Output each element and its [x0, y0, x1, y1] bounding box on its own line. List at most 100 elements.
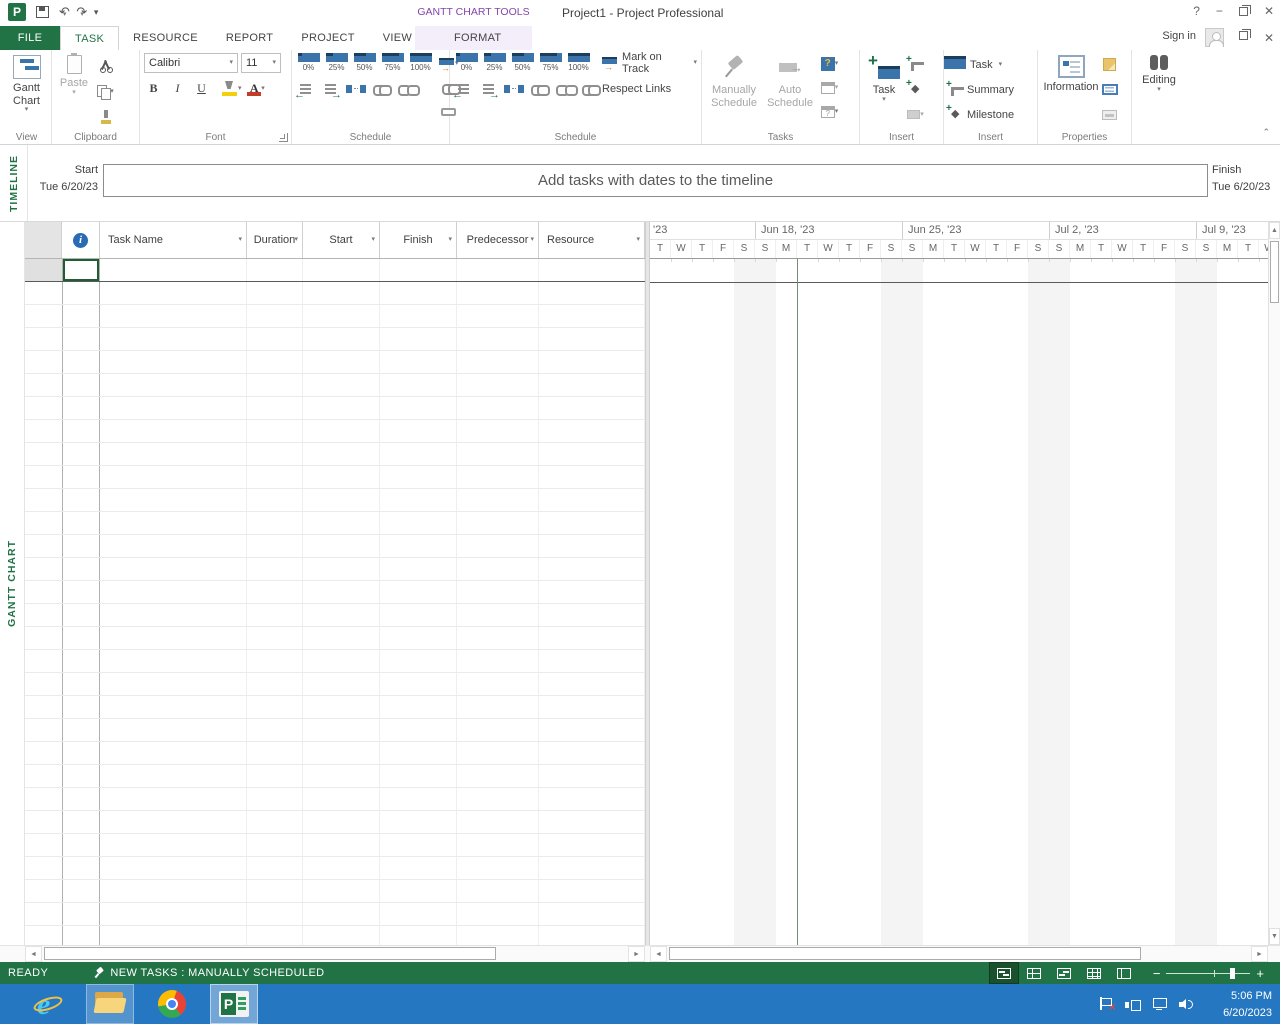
task-cell[interactable]	[303, 926, 380, 945]
save-button[interactable]	[36, 6, 49, 18]
task-cell[interactable]	[380, 880, 457, 902]
task-cell[interactable]	[247, 811, 303, 833]
column-header-predecessor[interactable]: Predecessor▾	[457, 222, 539, 258]
task-cell[interactable]	[247, 305, 303, 327]
tab-resource[interactable]: RESOURCE	[119, 26, 212, 50]
task-cell[interactable]	[539, 535, 645, 557]
task-row[interactable]	[25, 489, 645, 512]
unlink-tasks-button[interactable]	[397, 79, 416, 98]
insert-deliverable-button[interactable]: ▾	[906, 105, 925, 124]
insert-summary-button[interactable]: Summary	[948, 80, 1014, 99]
task-cell[interactable]	[247, 719, 303, 741]
row-number-cell[interactable]	[25, 742, 62, 764]
task-row[interactable]	[25, 696, 645, 719]
task-cell[interactable]	[100, 512, 247, 534]
task-cell[interactable]	[457, 420, 539, 442]
action-center-icon[interactable]: ✕	[1100, 997, 1113, 1011]
bold-button[interactable]: B	[144, 79, 163, 98]
task-cell[interactable]	[100, 489, 247, 511]
task-cell[interactable]	[539, 604, 645, 626]
task-cell[interactable]	[100, 374, 247, 396]
zoom-in-button[interactable]: +	[1250, 966, 1270, 981]
task-cell[interactable]	[457, 696, 539, 718]
task-cell[interactable]	[303, 857, 380, 879]
task-cell[interactable]	[303, 880, 380, 902]
task-cell[interactable]	[247, 397, 303, 419]
task-row[interactable]	[25, 880, 645, 903]
column-header-start[interactable]: Start▾	[303, 222, 380, 258]
task-cell[interactable]	[247, 788, 303, 810]
font-size-combo[interactable]: 11▾	[241, 53, 281, 73]
row-number-cell[interactable]	[25, 259, 62, 281]
row-number-cell[interactable]	[25, 374, 62, 396]
format-painter-button[interactable]	[96, 107, 115, 126]
row-number-cell[interactable]	[25, 857, 62, 879]
task-mode-button[interactable]: ?▾	[820, 102, 839, 121]
scroll-down-arrow[interactable]: ▼	[1269, 928, 1280, 945]
task-cell[interactable]	[303, 719, 380, 741]
task-cell[interactable]	[62, 857, 100, 879]
network-icon[interactable]	[1153, 998, 1167, 1010]
task-cell[interactable]	[247, 650, 303, 672]
task-cell[interactable]	[539, 420, 645, 442]
task-cell[interactable]	[303, 282, 380, 304]
task-cell[interactable]	[380, 604, 457, 626]
task-cell[interactable]	[247, 581, 303, 603]
task-cell[interactable]	[303, 512, 380, 534]
task-cell[interactable]	[100, 765, 247, 787]
restore-button[interactable]	[1239, 7, 1248, 16]
task-cell[interactable]	[247, 374, 303, 396]
task-cell[interactable]	[62, 535, 100, 557]
task-row[interactable]	[25, 926, 645, 945]
task-cell[interactable]	[380, 558, 457, 580]
task-cell[interactable]	[247, 627, 303, 649]
task-table[interactable]: i Task Name▾ Duration▾ Start▾ Finish▾ Pr…	[25, 222, 645, 945]
task-cell[interactable]	[457, 765, 539, 787]
task-row[interactable]	[25, 857, 645, 880]
manually-schedule-button[interactable]: Manually Schedule	[706, 53, 762, 111]
underline-button[interactable]: U	[192, 79, 211, 98]
row-number-cell[interactable]	[25, 627, 62, 649]
task-cell[interactable]	[457, 512, 539, 534]
task-cell[interactable]	[62, 627, 100, 649]
tab-project[interactable]: PROJECT	[287, 26, 368, 50]
task-cell[interactable]	[380, 650, 457, 672]
mark-on-track-button[interactable]: Mark on Track ▾	[602, 53, 697, 72]
new-tasks-mode-button[interactable]: NEW TASKS : MANUALLY SCHEDULED	[94, 967, 324, 979]
task-cell[interactable]	[380, 765, 457, 787]
task-cell[interactable]	[62, 903, 100, 925]
view-shortcut-gantt[interactable]	[989, 962, 1019, 984]
row-number-cell[interactable]	[25, 926, 62, 945]
row-number-cell[interactable]	[25, 811, 62, 833]
task-cell[interactable]	[457, 397, 539, 419]
row-number-cell[interactable]	[25, 834, 62, 856]
row-number-cell[interactable]	[25, 328, 62, 350]
row-number-cell[interactable]	[25, 719, 62, 741]
task-cell[interactable]	[100, 351, 247, 373]
task-cell[interactable]	[380, 374, 457, 396]
task-cell[interactable]	[457, 282, 539, 304]
scroll-left-arrow[interactable]: ◄	[25, 946, 42, 962]
selected-cell[interactable]	[62, 259, 100, 281]
inspect-task-button[interactable]: ?▾	[820, 54, 839, 73]
timeline-pane[interactable]: TIMELINE Start Tue 6/20/23 Add tasks wit…	[0, 145, 1280, 222]
task-cell[interactable]	[100, 834, 247, 856]
task-cell[interactable]	[247, 443, 303, 465]
task-cell[interactable]	[303, 489, 380, 511]
task-cell[interactable]	[457, 880, 539, 902]
task-cell[interactable]	[539, 443, 645, 465]
task-cell[interactable]	[303, 305, 380, 327]
tab-report[interactable]: REPORT	[212, 26, 287, 50]
task-cell[interactable]	[380, 627, 457, 649]
task-cell[interactable]	[380, 811, 457, 833]
row-number-cell[interactable]	[25, 696, 62, 718]
task-cell[interactable]	[100, 443, 247, 465]
task-row[interactable]	[25, 604, 645, 627]
row-number-cell[interactable]	[25, 604, 62, 626]
task-cell[interactable]	[62, 765, 100, 787]
row-number-cell[interactable]	[25, 443, 62, 465]
task-cell[interactable]	[539, 857, 645, 879]
task-cell[interactable]	[380, 489, 457, 511]
view-shortcut-resource-sheet[interactable]	[1079, 962, 1109, 984]
task-cell[interactable]	[62, 489, 100, 511]
